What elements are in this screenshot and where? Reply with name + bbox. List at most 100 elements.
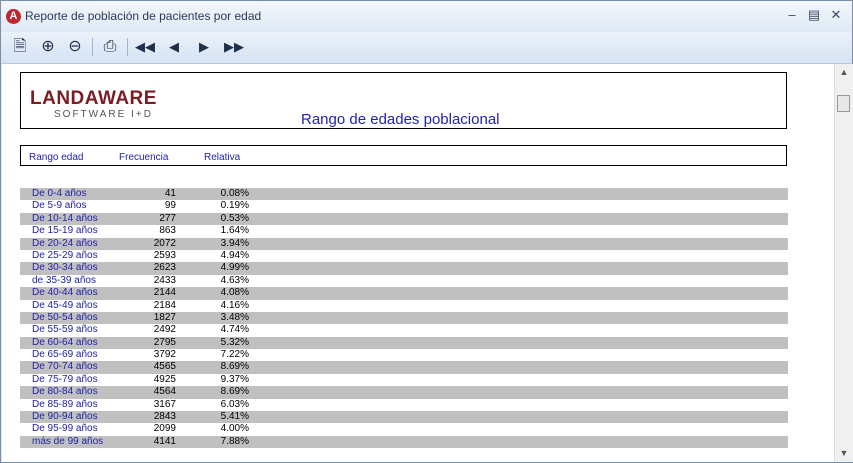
- scroll-down-icon[interactable]: ▼: [835, 445, 853, 462]
- table-row: De 5-9 años 99 0.19%: [20, 200, 788, 212]
- app-logo-icon: A: [6, 9, 21, 24]
- age-range-cell: De 5-9 años: [32, 200, 87, 212]
- age-range-cell: De 70-74 años: [32, 361, 98, 373]
- relative-cell: 1.64%: [220, 225, 249, 237]
- frequency-cell: 4564: [153, 386, 176, 398]
- title-bar[interactable]: A Reporte de población de pacientes por …: [1, 1, 852, 32]
- frequency-cell: 2623: [153, 262, 176, 274]
- frequency-cell: 2099: [153, 423, 176, 435]
- close-button[interactable]: ✕: [825, 5, 847, 25]
- relative-cell: 4.94%: [220, 249, 249, 261]
- relative-cell: 5.41%: [220, 411, 249, 423]
- frequency-cell: 3792: [153, 349, 176, 361]
- age-range-cell: De 10-14 años: [32, 212, 98, 224]
- frequency-cell: 2795: [153, 336, 176, 348]
- relative-cell: 4.63%: [220, 274, 249, 286]
- relative-cell: 0.08%: [220, 188, 249, 199]
- age-range-cell: De 50-54 años: [32, 311, 98, 323]
- frequency-cell: 3167: [153, 398, 176, 410]
- age-range-cell: De 55-59 años: [32, 324, 98, 336]
- scroll-thumb[interactable]: [837, 95, 850, 112]
- age-range-cell: De 20-24 años: [32, 237, 98, 249]
- col-frequency-header: Frecuencia: [119, 152, 169, 163]
- report-title: Rango de edades poblacional: [301, 111, 500, 128]
- vertical-scrollbar[interactable]: ▲ ▼: [834, 64, 853, 462]
- table-row: De 60-64 años 2795 5.32%: [20, 336, 788, 350]
- frequency-cell: 4141: [153, 435, 176, 447]
- frequency-cell: 2072: [153, 237, 176, 249]
- frequency-cell: 2184: [153, 299, 176, 311]
- frequency-cell: 2593: [153, 249, 176, 261]
- frequency-cell: 2492: [153, 324, 176, 336]
- table-row: De 10-14 años 277 0.53%: [20, 212, 788, 226]
- frequency-cell: 2433: [153, 274, 176, 286]
- table-row: de 35-39 años 2433 4.63%: [20, 275, 788, 287]
- previous-page-icon[interactable]: ◀: [164, 36, 184, 58]
- relative-cell: 4.00%: [220, 423, 249, 435]
- age-range-cell: De 60-64 años: [32, 336, 98, 348]
- relative-cell: 8.69%: [220, 361, 249, 373]
- age-range-cell: De 90-94 años: [32, 411, 98, 423]
- age-range-cell: De 75-79 años: [32, 373, 98, 385]
- logo-main-text: LANDAWARE: [30, 88, 157, 109]
- relative-cell: 4.08%: [220, 287, 249, 299]
- window-title: Reporte de población de pacientes por ed…: [25, 9, 262, 23]
- age-range-cell: De 65-69 años: [32, 349, 98, 361]
- minimize-button[interactable]: –: [781, 5, 803, 25]
- company-logo: LANDAWARE SOFTWARE I+D: [30, 88, 170, 122]
- table-row: De 90-94 años 2843 5.41%: [20, 411, 788, 424]
- scroll-up-icon[interactable]: ▲: [835, 64, 853, 81]
- toolbar-separator: [127, 38, 128, 56]
- table-row: De 15-19 años 863 1.64%: [20, 225, 788, 237]
- relative-cell: 0.53%: [220, 212, 249, 224]
- age-range-cell: De 45-49 años: [32, 299, 98, 311]
- frequency-cell: 99: [164, 200, 176, 212]
- table-row: De 75-79 años 4925 9.37%: [20, 374, 788, 386]
- age-range-cell: De 0-4 años: [32, 188, 87, 199]
- age-range-cell: De 15-19 años: [32, 225, 98, 237]
- table-row: De 85-89 años 3167 6.03%: [20, 399, 788, 411]
- relative-cell: 5.32%: [220, 336, 249, 348]
- frequency-cell: 863: [159, 225, 176, 237]
- toolbar-separator: [92, 38, 93, 56]
- relative-cell: 4.99%: [220, 262, 249, 274]
- table-row: De 40-44 años 2144 4.08%: [20, 287, 788, 300]
- data-table: De 0-4 años 41 0.08% De 5-9 años 99 0.19% De 1…: [20, 188, 788, 449]
- first-page-icon[interactable]: ◀◀: [133, 36, 157, 58]
- table-row: De 70-74 años 4565 8.69%: [20, 361, 788, 374]
- table-row: De 80-84 años 4564 8.69%: [20, 386, 788, 399]
- table-row: De 25-29 años 2593 4.94%: [20, 250, 788, 262]
- table-row: De 95-99 años 2099 4.00%: [20, 423, 788, 435]
- zoom-out-icon[interactable]: ⊖: [64, 36, 86, 58]
- relative-cell: 4.16%: [220, 299, 249, 311]
- age-range-cell: De 95-99 años: [32, 423, 98, 435]
- age-range-cell: más de 99 años: [32, 435, 104, 447]
- table-row: más de 99 años 4141 7.88%: [20, 435, 788, 449]
- frequency-cell: 277: [159, 212, 176, 224]
- print-icon[interactable]: ⎙: [98, 36, 122, 58]
- age-range-cell: de 35-39 años: [32, 274, 96, 286]
- relative-cell: 9.37%: [220, 373, 249, 385]
- age-range-cell: De 30-34 años: [32, 262, 98, 274]
- col-relative-header: Relativa: [204, 152, 241, 163]
- frequency-cell: 2843: [153, 411, 176, 423]
- table-row: De 30-34 años 2623 4.99%: [20, 262, 788, 275]
- last-page-icon[interactable]: ▶▶: [222, 36, 246, 58]
- frequency-cell: 4565: [153, 361, 176, 373]
- zoom-in-icon[interactable]: ⊕: [37, 36, 59, 58]
- report-page: LANDAWARE SOFTWARE I+D Rango de edades p…: [2, 64, 834, 462]
- page-preview-icon[interactable]: 🗎: [9, 36, 31, 58]
- relative-cell: 3.94%: [220, 237, 249, 249]
- table-row: De 0-4 años 41 0.08%: [20, 188, 788, 201]
- relative-cell: 0.19%: [220, 200, 249, 212]
- col-range-header: Rango edad: [29, 152, 84, 163]
- frequency-cell: 4925: [153, 373, 176, 385]
- table-row: De 50-54 años 1827 3.48%: [20, 311, 788, 325]
- toolbar: 🗎 ⊕ ⊖ ⎙ ◀◀ ◀ ▶ ▶▶: [1, 32, 852, 64]
- table-row: De 20-24 años 2072 3.94%: [20, 237, 788, 250]
- next-page-icon[interactable]: ▶: [194, 36, 214, 58]
- column-header-row: Rango edad Frecuencia Relativa: [20, 145, 787, 166]
- report-window: A Reporte de población de pacientes por …: [0, 0, 853, 463]
- relative-cell: 3.48%: [220, 311, 249, 323]
- maximize-button[interactable]: ▤: [803, 5, 825, 25]
